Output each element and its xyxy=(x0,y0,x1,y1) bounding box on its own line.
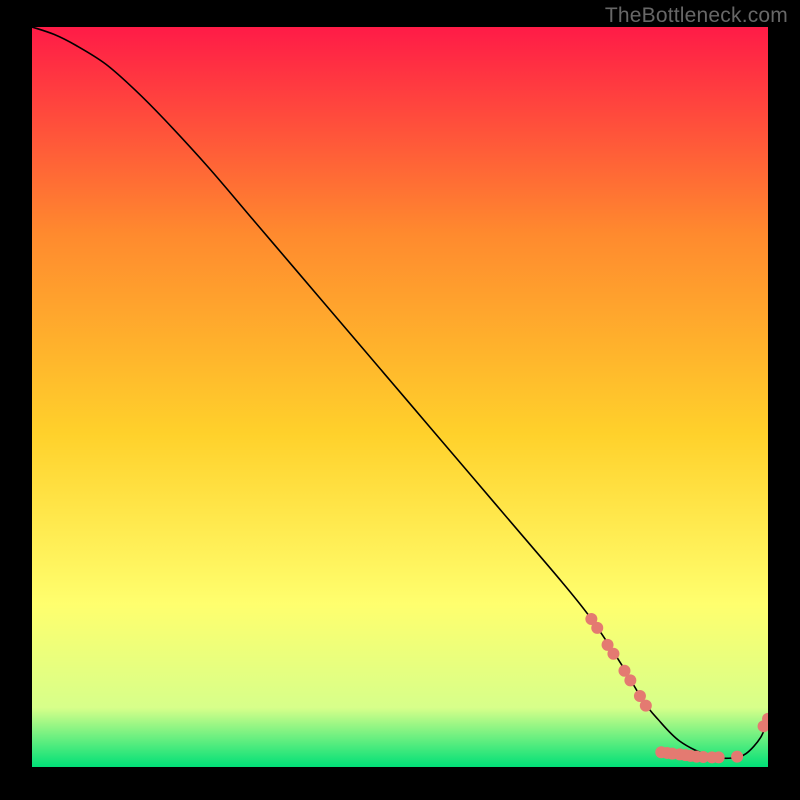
data-marker xyxy=(607,648,619,660)
data-marker xyxy=(731,751,743,763)
watermark-label: TheBottleneck.com xyxy=(605,4,788,28)
bottleneck-plot xyxy=(32,27,768,767)
data-marker xyxy=(624,674,636,686)
chart-stage: TheBottleneck.com xyxy=(0,0,800,800)
data-marker xyxy=(713,751,725,763)
data-marker xyxy=(640,700,652,712)
data-marker xyxy=(591,622,603,634)
plot-background xyxy=(32,27,768,767)
